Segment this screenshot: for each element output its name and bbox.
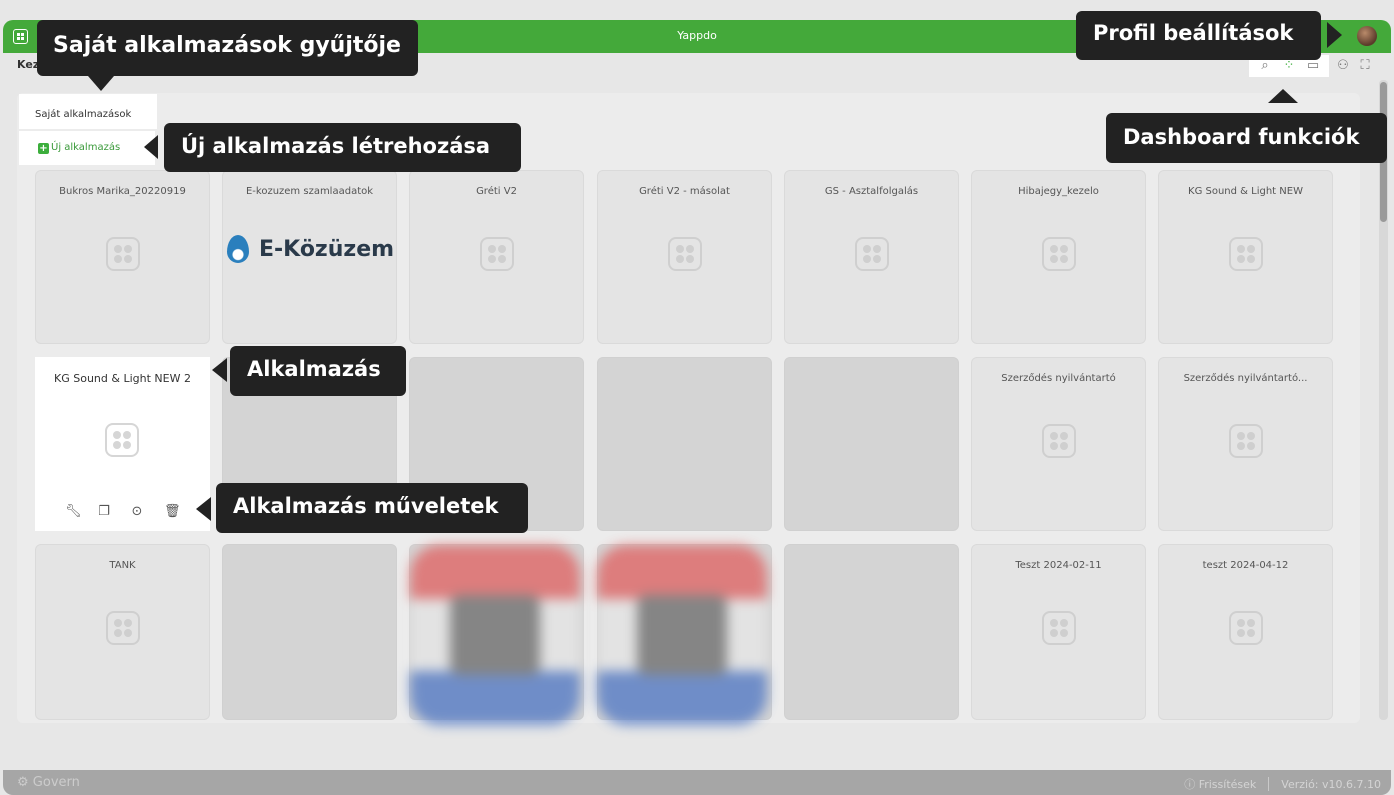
app-card-blurred[interactable]: [784, 357, 959, 531]
fullscreen-icon[interactable]: ⛶: [1357, 58, 1373, 74]
footer-right: ⓘ Frissítések Verzió: v10.6.7.10: [1184, 776, 1381, 792]
app-name: KG Sound & Light NEW 2: [54, 372, 191, 385]
app-icon: [1042, 237, 1076, 271]
new-app-label: Új alkalmazás: [51, 142, 121, 153]
info-icon: ⓘ: [1184, 778, 1199, 791]
app-card[interactable]: Bukros Marika_20220919: [35, 170, 210, 344]
app-icon: [855, 237, 889, 271]
app-name: teszt 2024-04-12: [1202, 560, 1289, 571]
copy-icon[interactable]: ❐: [98, 505, 110, 519]
app-name: Gréti V2: [476, 186, 517, 197]
app-name: Bukros Marika_20220919: [59, 186, 186, 197]
app-card[interactable]: GS - Asztalfolgalás: [784, 170, 959, 344]
trash-icon[interactable]: 🗑︎: [164, 505, 181, 519]
app-card-blurred[interactable]: [222, 544, 397, 720]
app-icon: [1229, 424, 1263, 458]
callout-arrow: [212, 358, 227, 382]
folder-icon[interactable]: ▭: [1305, 58, 1321, 74]
search-icon[interactable]: ⌕: [1257, 58, 1273, 74]
app-icon: [1042, 611, 1076, 645]
app-name: E-kozuzem szamlaadatok: [245, 186, 374, 197]
profile-avatar[interactable]: [1357, 26, 1377, 46]
govern-logo-icon: ⚙︎: [17, 775, 33, 790]
app-window: Yappdo Kez ⌕ ⁘ ▭ ⚇ ⛶ Saját alkalmazások …: [0, 0, 1394, 795]
callout-profile: Profil beállítások: [1076, 11, 1321, 60]
wrench-icon[interactable]: 🔧︎: [65, 505, 82, 519]
plus-icon: +: [38, 143, 49, 154]
footer-brand: ⚙︎ Govern: [17, 775, 80, 790]
app-actions: 🔧︎ ❐ ⊙ 🗑︎: [65, 505, 181, 519]
app-icon: [1042, 424, 1076, 458]
app-card[interactable]: Gréti V2 - másolat: [597, 170, 772, 344]
water-drop-icon: [227, 235, 249, 263]
logo-text: E-Közüzem: [259, 236, 395, 262]
app-card[interactable]: TANK: [35, 544, 210, 720]
footer-divider: [1268, 777, 1270, 791]
app-icon: [480, 237, 514, 271]
callout-arrow: [196, 497, 211, 521]
app-icon: [105, 423, 139, 457]
app-card[interactable]: teszt 2024-04-12: [1158, 544, 1333, 720]
callout-arrow: [144, 135, 158, 159]
breadcrumb[interactable]: Kez: [17, 58, 39, 71]
app-card[interactable]: Szerződés nyilvántartó: [971, 357, 1146, 531]
tab-own-apps[interactable]: Saját alkalmazások: [19, 94, 157, 129]
app-icon: [1229, 611, 1263, 645]
version-label: Verzió: v10.6.7.10: [1281, 777, 1381, 791]
scrollbar[interactable]: [1379, 80, 1388, 720]
e-kozuzem-logo: E-Közüzem: [227, 235, 394, 263]
app-name: Szerződés nyilvántartó: [1001, 373, 1116, 384]
app-card[interactable]: Szerződés nyilvántartó...: [1158, 357, 1333, 531]
app-icon: [1229, 237, 1263, 271]
callout-own-apps: Saját alkalmazások gyűjtője: [37, 20, 418, 76]
updates-link[interactable]: ⓘ Frissítések: [1184, 776, 1256, 792]
callout-new-app: Új alkalmazás létrehozása: [164, 123, 521, 172]
app-icon: [668, 237, 702, 271]
callout-arrow: [88, 76, 114, 91]
footer-brand-text: Govern: [32, 775, 80, 790]
app-card[interactable]: Teszt 2024-02-11: [971, 544, 1146, 720]
app-card[interactable]: Gréti V2: [409, 170, 584, 344]
app-card[interactable]: Hibajegy_kezelo: [971, 170, 1146, 344]
blurred-logo: [410, 545, 580, 725]
footer: ⚙︎ Govern ⓘ Frissítések Verzió: v10.6.7.…: [3, 770, 1391, 795]
users-icon[interactable]: ⚇: [1335, 58, 1351, 74]
new-app-button[interactable]: + Új alkalmazás: [19, 131, 155, 165]
app-name: Hibajegy_kezelo: [1018, 186, 1099, 197]
callout-arrow: [1268, 89, 1298, 103]
app-card-blurred[interactable]: [597, 357, 772, 531]
app-name: TANK: [109, 560, 136, 571]
app-card-blurred[interactable]: [784, 544, 959, 720]
app-card[interactable]: KG Sound & Light NEW: [1158, 170, 1333, 344]
app-card[interactable]: E-kozuzem szamlaadatok E-Közüzem: [222, 170, 397, 344]
updates-label: Frissítések: [1198, 778, 1257, 791]
callout-dashboard: Dashboard funkciók: [1106, 113, 1387, 163]
app-name: Gréti V2 - másolat: [639, 186, 730, 197]
app-icon: [106, 611, 140, 645]
callout-app: Alkalmazás: [230, 346, 406, 396]
app-name: Szerződés nyilvántartó...: [1183, 373, 1308, 384]
app-name: KG Sound & Light NEW: [1188, 186, 1303, 197]
blurred-logo: [597, 545, 767, 725]
callout-arrow: [1327, 22, 1342, 48]
app-icon: [106, 237, 140, 271]
app-card-highlighted[interactable]: KG Sound & Light NEW 2 🔧︎ ❐ ⊙ 🗑︎: [35, 357, 210, 531]
grid-view-icon[interactable]: ⁘: [1281, 58, 1297, 74]
app-name: GS - Asztalfolgalás: [824, 186, 919, 197]
callout-app-actions: Alkalmazás műveletek: [216, 483, 528, 533]
app-name: Teszt 2024-02-11: [1015, 560, 1102, 571]
play-icon[interactable]: ⊙: [131, 505, 143, 519]
